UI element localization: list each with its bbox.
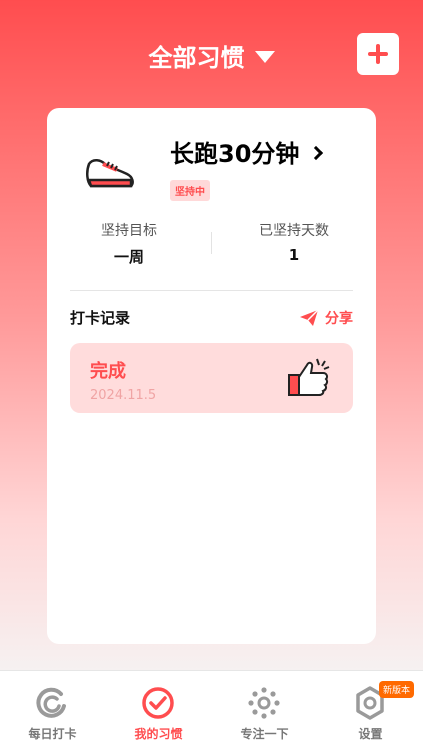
- new-version-badge: 新版本: [379, 681, 415, 698]
- sneaker-icon: [86, 159, 134, 188]
- paper-plane-icon: [300, 309, 319, 326]
- chevron-right-icon: [309, 145, 324, 160]
- days-value: 1: [288, 246, 300, 264]
- focus-icon: [248, 687, 280, 719]
- days-stat: 已坚持天数 1: [212, 220, 376, 264]
- tab-label-focus: 专注一下: [240, 727, 289, 741]
- tab-daily-checkin[interactable]: 每日打卡: [0, 671, 105, 752]
- status-badge: 坚持中: [170, 180, 210, 201]
- add-habit-button[interactable]: [357, 33, 399, 75]
- goal-value: 一周: [113, 248, 144, 266]
- my-habits-icon: [142, 687, 174, 719]
- habit-stats: 坚持目标 一周 已坚持天数 1: [47, 220, 376, 266]
- tab-label-settings: 设置: [358, 727, 383, 741]
- thumbs-up-icon: [288, 358, 330, 396]
- days-label: 已坚持天数: [259, 223, 329, 239]
- tab-label-my-habits: 我的习惯: [134, 727, 183, 741]
- plus-icon: [368, 44, 388, 64]
- habit-title: 长跑30分钟: [170, 140, 300, 168]
- record-item[interactable]: 完成 2024.11.5: [70, 343, 353, 413]
- record-date: 2024.11.5: [90, 388, 157, 403]
- habit-title-link[interactable]: 长跑30分钟: [170, 134, 324, 169]
- record-status: 完成: [90, 361, 126, 382]
- tab-label-daily-checkin: 每日打卡: [28, 727, 77, 741]
- habit-card: 长跑30分钟 坚持中 坚持目标 一周 已坚持天数 1 打卡记录 分享 完成 20…: [47, 108, 376, 644]
- header: 全部习惯: [0, 0, 423, 105]
- records-title: 打卡记录: [70, 309, 131, 327]
- share-label: 分享: [325, 311, 353, 327]
- section-divider: [70, 290, 353, 291]
- tab-focus[interactable]: 专注一下: [212, 671, 317, 752]
- goal-label: 坚持目标: [101, 223, 157, 239]
- tab-my-habits[interactable]: 我的习惯: [106, 671, 211, 752]
- share-button[interactable]: 分享: [299, 308, 353, 328]
- daily-checkin-icon: [36, 687, 66, 718]
- caret-down-icon: [254, 50, 275, 63]
- tab-bar: 每日打卡 我的习惯 专注一下 设置 新版本: [0, 670, 423, 752]
- page-title: 全部习惯: [148, 44, 245, 72]
- goal-stat: 坚持目标 一周: [47, 220, 211, 267]
